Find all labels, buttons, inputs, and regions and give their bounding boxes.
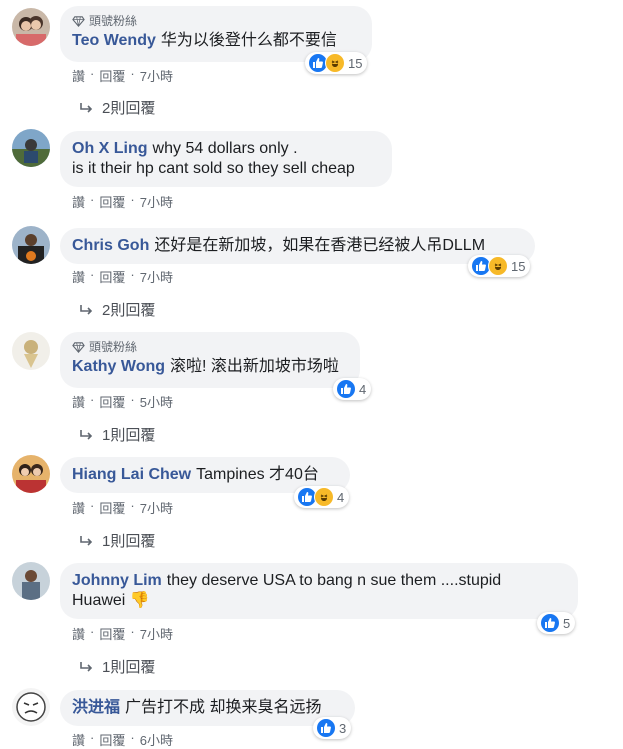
fan-badge-label: 頭號粉絲 <box>89 340 138 354</box>
reaction-count: 4 <box>337 489 345 505</box>
comment-author[interactable]: Oh X Ling <box>72 140 148 157</box>
like-link[interactable]: 讚 <box>72 624 85 643</box>
top-fan-badge: 頭號粉絲 <box>72 339 348 355</box>
replies-count[interactable]: 1則回覆 <box>102 656 155 677</box>
view-replies-link[interactable]: 1則回覆 <box>78 424 155 445</box>
timestamp[interactable]: 7小時 <box>140 66 173 85</box>
view-replies-link[interactable]: 2則回覆 <box>78 97 155 118</box>
comment-actions: 讚 · 回覆 · 7小時 <box>72 624 173 643</box>
avatar[interactable] <box>12 332 50 370</box>
like-link[interactable]: 讚 <box>72 392 85 411</box>
reply-link[interactable]: 回覆 <box>99 267 125 286</box>
comment-author[interactable]: Hiang Lai Chew <box>72 466 191 483</box>
reply-link[interactable]: 回覆 <box>99 498 125 517</box>
replies-count[interactable]: 2則回覆 <box>102 299 155 320</box>
reaction-count: 15 <box>348 55 363 71</box>
avatar[interactable] <box>12 688 50 726</box>
comment-text: why 54 dollars only . <box>152 140 298 157</box>
reply-arrow-icon <box>80 535 93 546</box>
comment-actions: 讚 · 回覆 · 7小時 <box>72 267 173 286</box>
timestamp[interactable]: 7小時 <box>140 267 173 286</box>
haha-reaction-icon <box>314 487 334 507</box>
avatar[interactable] <box>12 129 50 167</box>
reply-link[interactable]: 回覆 <box>99 66 125 85</box>
comment-author[interactable]: 洪进福 <box>72 699 120 716</box>
comment-author[interactable]: Chris Goh <box>72 237 149 254</box>
comment-actions: 讚 · 回覆 · 5小時 <box>72 392 173 411</box>
replies-count[interactable]: 1則回覆 <box>102 530 155 551</box>
comment-text: Tampines 才40台 <box>196 466 319 483</box>
reaction-count: 5 <box>563 615 571 631</box>
reactions-summary[interactable]: 15 <box>468 255 531 277</box>
comment-actions: 讚 · 回覆 · 7小時 <box>72 498 173 517</box>
reactions-summary[interactable]: 3 <box>313 717 352 739</box>
view-replies-link[interactable]: 1則回覆 <box>78 656 155 677</box>
comment-bubble: Johnny Lim they deserve USA to bang n sue… <box>60 563 578 619</box>
reactions-summary[interactable]: 4 <box>333 378 372 400</box>
reply-link[interactable]: 回覆 <box>99 392 125 411</box>
timestamp[interactable]: 7小時 <box>140 498 173 517</box>
comment-text-line2: Huawei 👎 <box>72 592 150 609</box>
comment-actions: 讚 · 回覆 · 6小時 <box>72 730 173 749</box>
like-link[interactable]: 讚 <box>72 267 85 286</box>
haha-reaction-icon <box>325 53 345 73</box>
like-reaction-icon <box>336 379 356 399</box>
reaction-count: 3 <box>339 720 347 736</box>
reaction-count: 15 <box>511 258 526 274</box>
diamond-icon <box>72 15 85 27</box>
fan-badge-label: 頭號粉絲 <box>89 14 138 28</box>
comment-text: 华为以後登什么都不要信 <box>160 32 337 49</box>
comment-author[interactable]: Kathy Wong <box>72 358 165 375</box>
avatar[interactable] <box>12 226 50 264</box>
reply-arrow-icon <box>80 429 93 440</box>
replies-count[interactable]: 2則回覆 <box>102 97 155 118</box>
comment-author[interactable]: Teo Wendy <box>72 32 156 49</box>
comment-text: 滚啦! 滚出新加坡市场啦 <box>170 358 339 375</box>
comment-actions: 讚 · 回覆 · 7小時 <box>72 192 173 211</box>
avatar[interactable] <box>12 562 50 600</box>
reply-arrow-icon <box>80 102 93 113</box>
reaction-count: 4 <box>359 381 367 397</box>
comment-bubble: Oh X Ling why 54 dollars only . is it the… <box>60 131 392 187</box>
timestamp[interactable]: 7小時 <box>140 624 173 643</box>
reply-arrow-icon <box>80 661 93 672</box>
comment-author[interactable]: Johnny Lim <box>72 572 162 589</box>
timestamp[interactable]: 5小時 <box>140 392 173 411</box>
reply-arrow-icon <box>80 304 93 315</box>
replies-count[interactable]: 1則回覆 <box>102 424 155 445</box>
reply-link[interactable]: 回覆 <box>99 624 125 643</box>
comment-text: 还好是在新加坡，如果在香港已经被人吊DLLM <box>154 237 486 254</box>
view-replies-link[interactable]: 1則回覆 <box>78 530 155 551</box>
comment-bubble: 洪进福 广告打不成 却换来臭名远扬 <box>60 690 355 726</box>
comment-actions: 讚 · 回覆 · 7小時 <box>72 66 173 85</box>
like-link[interactable]: 讚 <box>72 730 85 749</box>
top-fan-badge: 頭號粉絲 <box>72 13 360 29</box>
reactions-summary[interactable]: 4 <box>294 486 350 508</box>
comment-text: they deserve USA to bang n sue them ....… <box>166 572 502 589</box>
timestamp[interactable]: 7小時 <box>140 192 173 211</box>
reactions-summary[interactable]: 15 <box>305 52 368 74</box>
haha-reaction-icon <box>488 256 508 276</box>
like-reaction-icon <box>540 613 560 633</box>
comment-bubble: 頭號粉絲 Kathy Wong 滚啦! 滚出新加坡市场啦 <box>60 332 360 388</box>
comment-bubble: Chris Goh 还好是在新加坡，如果在香港已经被人吊DLLM <box>60 228 535 264</box>
comment-text: 广告打不成 却换来臭名远扬 <box>125 699 322 716</box>
reply-link[interactable]: 回覆 <box>99 192 125 211</box>
like-link[interactable]: 讚 <box>72 66 85 85</box>
like-link[interactable]: 讚 <box>72 498 85 517</box>
like-reaction-icon <box>316 718 336 738</box>
avatar[interactable] <box>12 455 50 493</box>
reactions-summary[interactable]: 5 <box>537 612 576 634</box>
like-link[interactable]: 讚 <box>72 192 85 211</box>
diamond-icon <box>72 341 85 353</box>
timestamp[interactable]: 6小時 <box>140 730 173 749</box>
view-replies-link[interactable]: 2則回覆 <box>78 299 155 320</box>
avatar[interactable] <box>12 8 50 46</box>
comment-text-line2: is it their hp cant sold so they sell ch… <box>72 160 355 177</box>
reply-link[interactable]: 回覆 <box>99 730 125 749</box>
